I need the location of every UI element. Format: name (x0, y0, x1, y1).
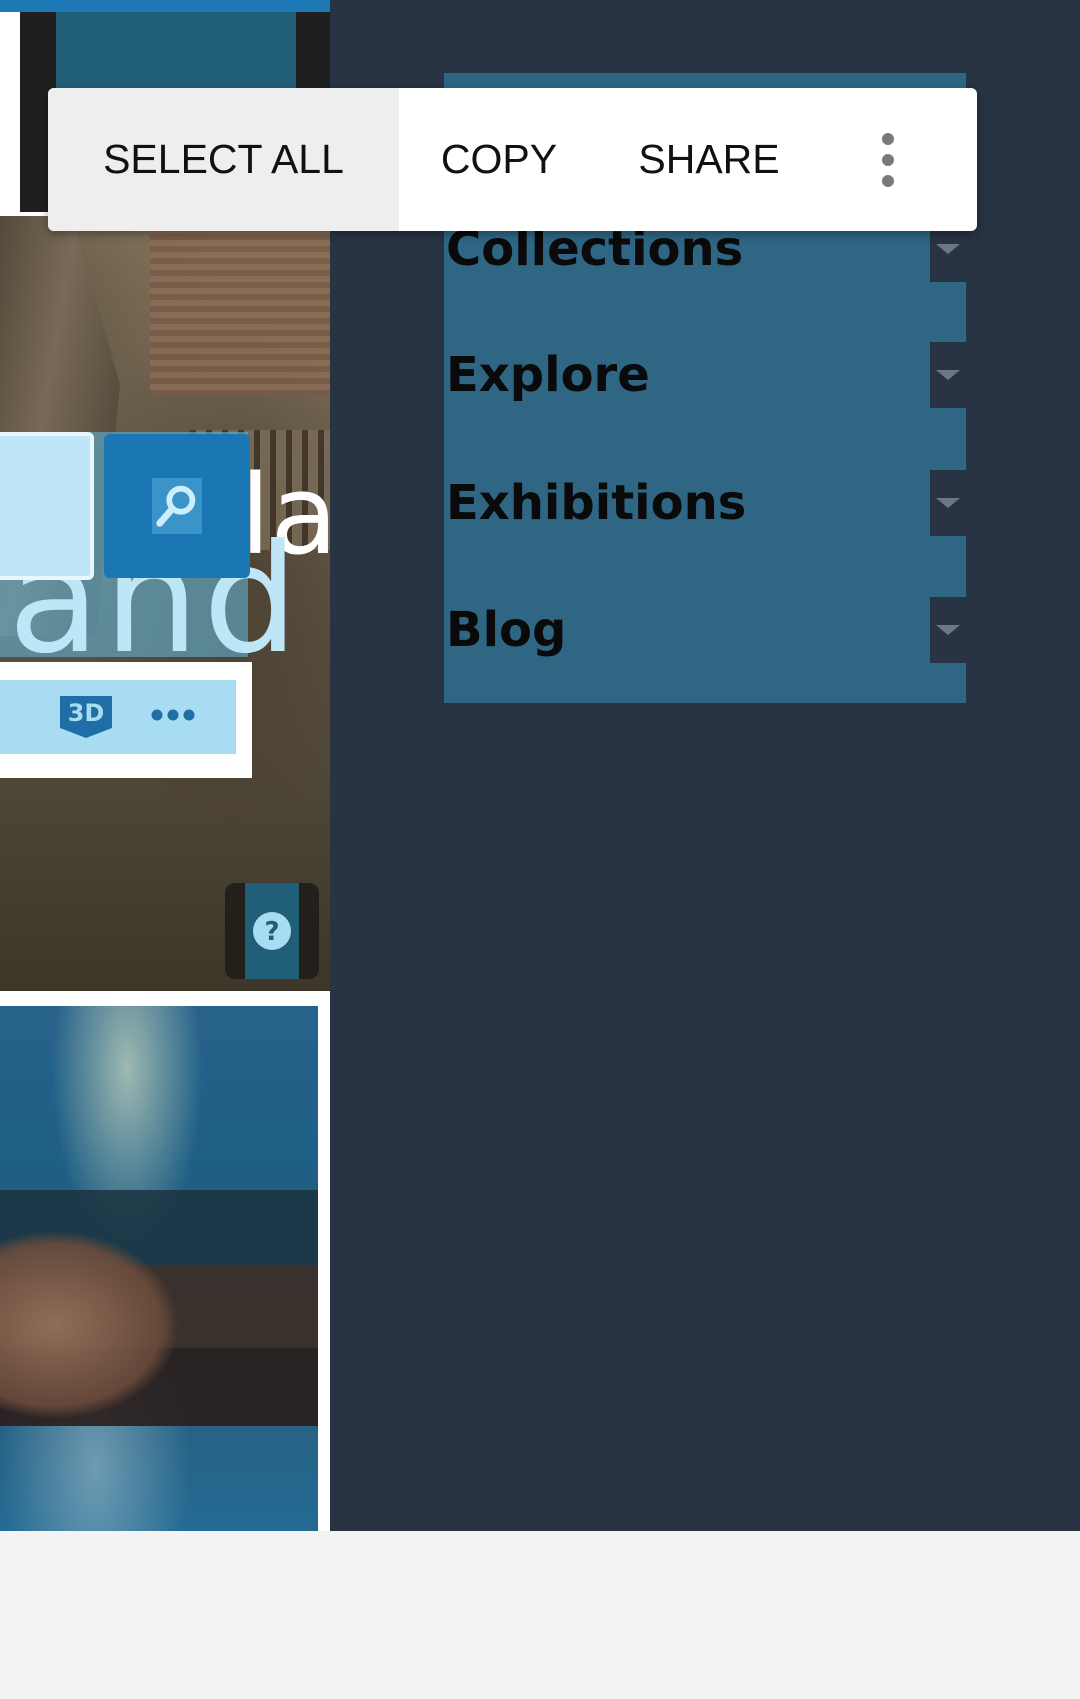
hero-photo-building (150, 216, 330, 396)
top-accent-bar (0, 0, 330, 12)
tools-bar-inner: 3D (0, 680, 236, 754)
artwork-image-face (0, 1230, 180, 1420)
more-horiz-icon[interactable] (150, 708, 196, 727)
svg-text:?: ? (264, 917, 279, 947)
menu-item-exhibitions[interactable]: Exhibitions (444, 470, 966, 536)
caret-down-icon[interactable] (930, 597, 966, 663)
caret-down-icon[interactable] (930, 470, 966, 536)
svg-text:3D: 3D (68, 699, 105, 727)
artwork-card-edge (318, 1006, 330, 1531)
more-vert-icon[interactable] (838, 88, 938, 231)
menu-item-blog[interactable]: Blog (444, 597, 966, 663)
header-logo-block[interactable] (56, 12, 296, 88)
search-button[interactable] (104, 434, 250, 578)
caret-down-icon[interactable] (930, 342, 966, 408)
help-icon: ? (245, 883, 299, 979)
menu-item-label: Explore (446, 347, 650, 403)
search-input[interactable] (0, 432, 94, 580)
menu-item-label: Blog (446, 602, 567, 658)
select-all-button[interactable]: SELECT ALL (48, 88, 399, 231)
menu-item-explore[interactable]: Explore (444, 342, 966, 408)
bottom-blank-area (0, 1531, 1080, 1699)
menu-item-label: Exhibitions (446, 475, 747, 531)
help-button[interactable]: ? (225, 883, 319, 979)
3d-icon[interactable]: 3D (56, 690, 116, 745)
text-selection-toolbar: SELECT ALL COPY SHARE (48, 88, 977, 231)
share-button[interactable]: SHARE (599, 88, 819, 231)
search-icon (152, 478, 202, 534)
copy-button[interactable]: COPY (399, 88, 599, 231)
